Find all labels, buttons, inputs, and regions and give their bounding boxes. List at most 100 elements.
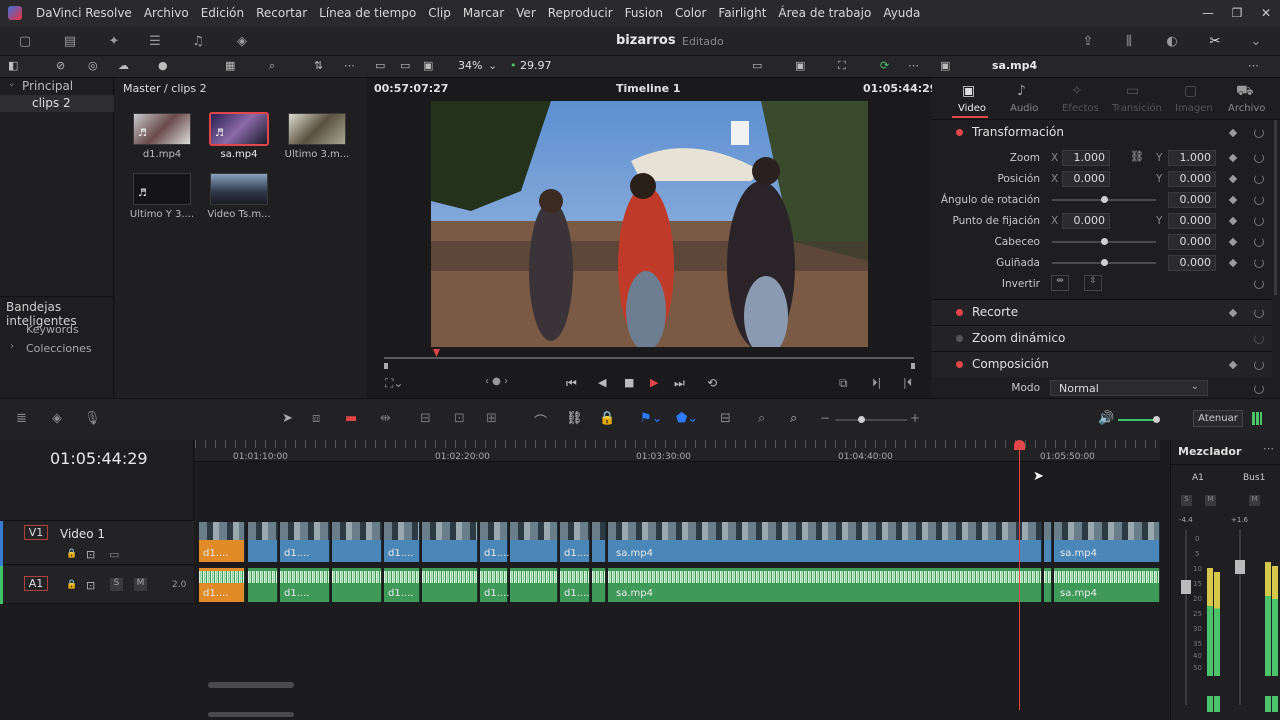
maximize-button[interactable]: ❐ xyxy=(1221,0,1253,26)
speaker-icon[interactable]: 🔊 xyxy=(1098,411,1114,426)
grid-view-icon[interactable]: ▦ xyxy=(225,59,235,72)
more-icon[interactable]: ⋯ xyxy=(344,59,355,72)
loop-icon[interactable]: ⟲ xyxy=(707,376,717,390)
keyframe-icon[interactable] xyxy=(1228,308,1238,318)
zoom-in-icon[interactable]: + xyxy=(910,411,920,425)
clip-audio-d1[interactable]: d1.... xyxy=(280,568,330,602)
clip-video[interactable] xyxy=(592,522,606,562)
bin-icon[interactable]: ◎ xyxy=(88,59,98,72)
reset-icon[interactable] xyxy=(1254,216,1264,226)
mixer-more-icon[interactable]: ⋯ xyxy=(1263,442,1274,455)
stop-icon[interactable]: ■ xyxy=(624,376,634,389)
reset-icon[interactable] xyxy=(1254,153,1264,163)
tab-video[interactable]: Video xyxy=(958,103,986,114)
reset-icon[interactable] xyxy=(1254,360,1264,370)
yaw-slider-knob[interactable] xyxy=(1101,259,1108,266)
tab-audio[interactable]: Audio xyxy=(1010,103,1038,114)
size-slider-knob[interactable]: ● xyxy=(158,59,168,72)
keyframe-icon[interactable] xyxy=(1228,153,1238,163)
prev-edit-icon[interactable]: |⏴ xyxy=(903,376,912,390)
smart-bin-keywords[interactable]: Keywords xyxy=(26,323,79,336)
blade-tool-icon[interactable]: ▬ xyxy=(345,411,357,426)
clip-video[interactable] xyxy=(510,522,558,562)
section-zoom-dinamico[interactable]: Zoom dinámico xyxy=(932,325,1272,351)
menu-fairlight[interactable]: Fairlight xyxy=(712,6,772,20)
timeline-name[interactable]: Timeline 1 xyxy=(616,82,681,95)
pitch-field[interactable]: 0.000 xyxy=(1168,234,1216,250)
auto-select-icon[interactable]: ⊡ xyxy=(86,548,95,561)
smart-bin-colecciones[interactable]: Colecciones xyxy=(26,342,92,355)
insert-clip-icon[interactable]: ⊟ xyxy=(420,411,431,426)
menu-fusion[interactable]: Fusion xyxy=(619,6,669,20)
auto-select-icon[interactable]: ⊡ xyxy=(86,579,95,592)
section-recorte[interactable]: Recorte xyxy=(932,299,1272,325)
menu-clip[interactable]: Clip xyxy=(422,6,457,20)
clip-video[interactable] xyxy=(422,522,478,562)
effects-icon[interactable]: ✦ xyxy=(106,33,122,49)
zoom-y-field[interactable]: 1.000 xyxy=(1168,150,1216,166)
pitch-slider-knob[interactable] xyxy=(1101,238,1108,245)
inspector-scrollbar[interactable] xyxy=(1274,120,1277,295)
sort-icon[interactable]: ⇅ xyxy=(314,59,323,72)
a1-button[interactable]: A1 xyxy=(24,576,48,591)
enable-dot-icon[interactable] xyxy=(956,309,963,316)
clip-thumb-video-ts[interactable] xyxy=(210,173,268,205)
clip-thumb-sa[interactable]: ♬ xyxy=(209,112,269,146)
pos-x-field[interactable]: 0.000 xyxy=(1062,171,1110,187)
lock-icon[interactable]: 🔒 xyxy=(66,580,77,590)
mixer-icon[interactable]: ⫼ xyxy=(1121,33,1137,49)
flip-vertical-icon[interactable]: ⇳ xyxy=(1084,275,1102,291)
match-frame-icon[interactable]: ⧉ xyxy=(839,376,848,391)
play-reverse-icon[interactable]: ◀ xyxy=(598,376,606,389)
reset-icon[interactable] xyxy=(1254,128,1264,138)
expand-arrow-icon[interactable]: › xyxy=(10,341,14,352)
replace-clip-icon[interactable]: ⊞ xyxy=(486,411,497,426)
snapping-icon[interactable]: ⌒ xyxy=(534,411,547,430)
trim-tool-icon[interactable]: ⧈ xyxy=(312,411,320,426)
clip-audio[interactable] xyxy=(1044,568,1052,602)
play-icon[interactable]: ▶ xyxy=(650,376,658,389)
clip-audio[interactable] xyxy=(422,568,478,602)
viewer-playhead[interactable] xyxy=(433,349,440,357)
clip-video-d1[interactable]: d1.... xyxy=(480,522,509,562)
anchor-x-field[interactable]: 0.000 xyxy=(1062,213,1110,229)
bin-child[interactable]: clips 2 xyxy=(32,96,71,110)
zoom-out-icon[interactable]: − xyxy=(820,411,830,425)
pos-y-field[interactable]: 0.000 xyxy=(1168,171,1216,187)
inspector-icon[interactable]: ✂ xyxy=(1207,33,1223,49)
flag-icon[interactable]: ⚑⌄ xyxy=(640,411,663,426)
reset-icon[interactable] xyxy=(1254,258,1264,268)
track-visible-icon[interactable]: ▭ xyxy=(109,548,119,561)
menu-ayuda[interactable]: Ayuda xyxy=(877,6,926,20)
viewer-mode-icon[interactable]: ▭ xyxy=(375,59,385,72)
keyframe-icon[interactable] xyxy=(1228,258,1238,268)
clip-thumb-ultimo-y3[interactable]: ♬ xyxy=(133,173,191,205)
cloud-icon[interactable]: ☁ xyxy=(118,59,129,72)
edit-index-icon[interactable]: ☰ xyxy=(147,33,163,49)
flip-horizontal-icon[interactable]: ⇹ xyxy=(1051,275,1069,291)
clip-audio-sa[interactable]: sa.mp4 xyxy=(1054,568,1160,602)
keyframe-icon[interactable] xyxy=(1228,128,1238,138)
menu-recortar[interactable]: Recortar xyxy=(250,6,313,20)
clip-audio-sa[interactable]: sa.mp4 xyxy=(608,568,1042,602)
reset-icon[interactable] xyxy=(1254,308,1264,318)
media-page-icon[interactable]: ▢ xyxy=(17,33,33,49)
viewer-more-icon[interactable]: ⋯ xyxy=(908,59,919,72)
fader-ch2[interactable] xyxy=(1235,560,1245,574)
clip-video-d1[interactable]: d1.... xyxy=(199,522,245,562)
linked-selection-icon[interactable]: ⛓ xyxy=(566,411,583,426)
clip-thumb-ultimo3[interactable] xyxy=(288,113,346,145)
clip-video-sa[interactable]: sa.mp4 xyxy=(1054,522,1160,562)
inspector-more-icon[interactable]: ⋯ xyxy=(1248,59,1259,72)
enable-dot-icon[interactable] xyxy=(956,129,963,136)
timeline-options-icon[interactable]: ≣ xyxy=(16,411,27,426)
go-start-icon[interactable]: ⏮ xyxy=(566,376,577,391)
selection-tool-icon[interactable]: ➤ xyxy=(282,411,293,426)
next-edit-icon[interactable]: ⏵| xyxy=(872,376,881,390)
fader-ch1[interactable] xyxy=(1181,580,1191,594)
clip-audio[interactable] xyxy=(592,568,606,602)
keyframe-icon[interactable] xyxy=(1228,174,1238,184)
go-end-icon[interactable]: ⏭ xyxy=(674,376,685,391)
menu-marcar[interactable]: Marcar xyxy=(457,6,510,20)
menu-reproducir[interactable]: Reproducir xyxy=(542,6,619,20)
